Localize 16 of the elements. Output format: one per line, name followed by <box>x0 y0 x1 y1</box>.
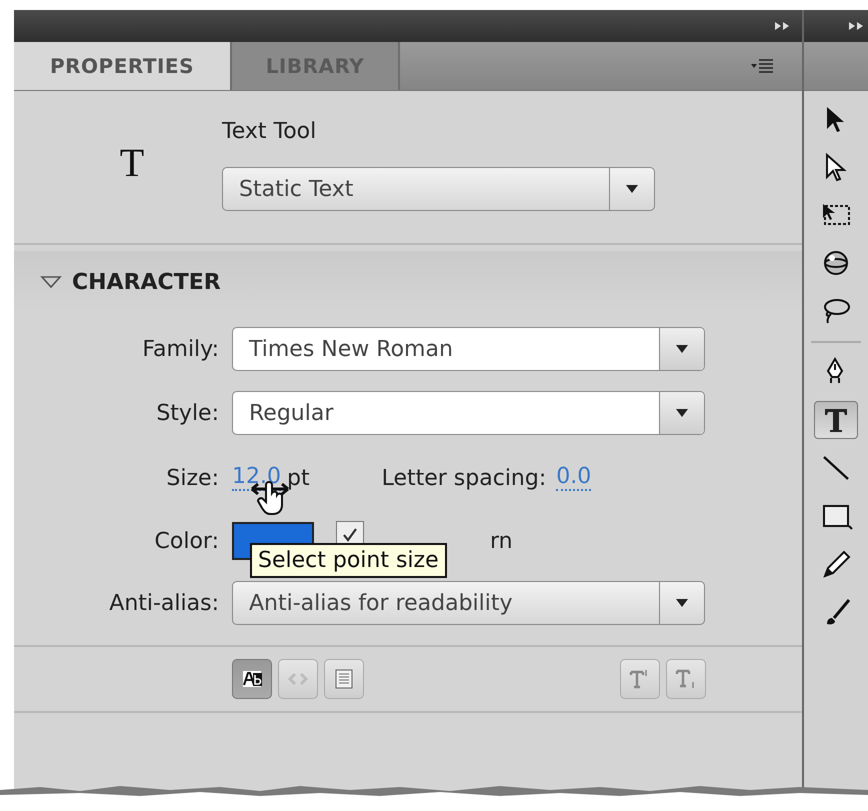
tooltip: Select point size <box>250 543 447 578</box>
field-label: Style: <box>155 400 219 426</box>
field-label: Letter spacing: <box>382 466 546 490</box>
font-family-dropdown[interactable]: Times New Roman <box>232 327 705 371</box>
font-style-dropdown[interactable]: Regular <box>232 391 705 435</box>
text-type-dropdown[interactable]: Static Text <box>222 167 655 211</box>
panel-tab[interactable]: PROPERTIES <box>14 42 232 90</box>
checkbox-label: rn <box>490 528 513 554</box>
field-label: Color: <box>154 528 219 554</box>
tool-name: Text Tool <box>222 119 318 146</box>
field-label: Family: <box>141 336 219 362</box>
anti-alias-dropdown[interactable]: Anti-alias for readability <box>232 581 705 625</box>
field-label: Anti-alias: <box>108 590 219 616</box>
field-label: Size: <box>165 466 219 490</box>
text-tool-icon: T <box>92 139 172 189</box>
size-unit: pt <box>286 466 310 490</box>
